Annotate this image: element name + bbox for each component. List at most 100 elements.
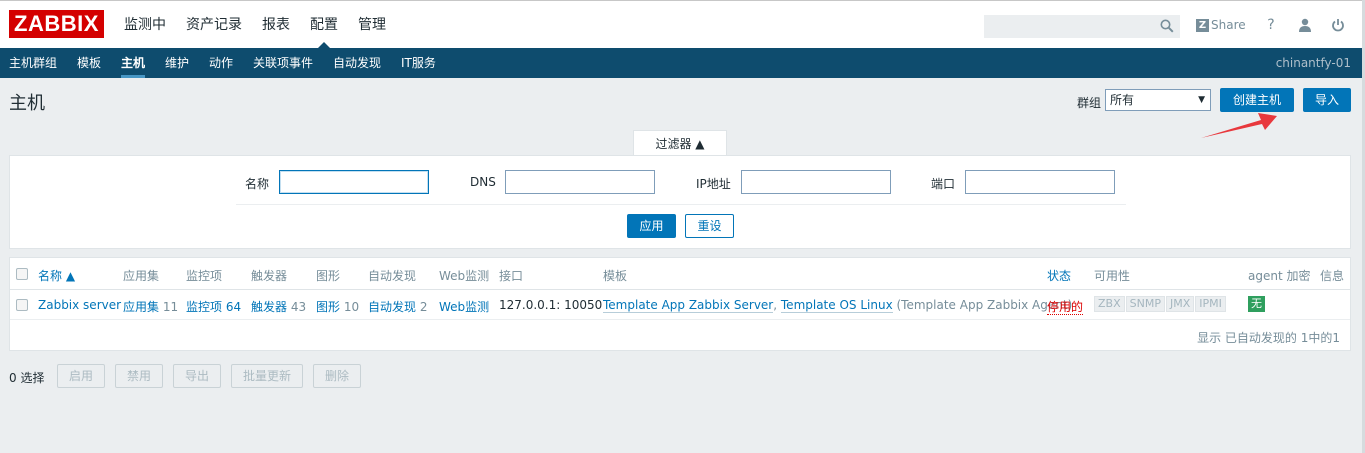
triggers-link[interactable]: 触发器: [251, 300, 287, 314]
subnav-discovery[interactable]: 自动发现: [333, 48, 381, 78]
subnav-host-groups[interactable]: 主机群组: [9, 48, 57, 78]
status-link[interactable]: 停用的: [1047, 300, 1084, 315]
filter-panel: 名称 DNS IP地址 端口 应用 重设: [9, 155, 1351, 249]
discovery-link[interactable]: 自动发现: [368, 300, 416, 314]
apps-count: 11: [162, 300, 179, 314]
template-separator: ,: [773, 298, 781, 312]
template-paren-open: (: [892, 298, 902, 312]
availability-badges: ZBX SNMP JMX IPMI: [1094, 296, 1227, 312]
filter-dns-input[interactable]: [505, 170, 655, 194]
select-all-checkbox[interactable]: [16, 268, 28, 280]
subnav-it-services[interactable]: IT服务: [401, 48, 436, 78]
column-status-header[interactable]: 状态: [1047, 267, 1071, 284]
menu-inventory[interactable]: 资产记录: [186, 1, 242, 49]
column-interface-header: 接口: [499, 269, 524, 283]
export-button[interactable]: 导出: [173, 364, 221, 388]
column-web-header: Web监测: [439, 269, 490, 283]
template-link-2[interactable]: Template OS Linux: [780, 298, 893, 313]
items-link[interactable]: 监控项: [186, 300, 222, 314]
filter-dns-label: DNS: [470, 175, 496, 189]
column-templates-header: 模板: [603, 269, 628, 283]
menu-reports[interactable]: 报表: [262, 1, 290, 49]
sub-navigation: 主机群组 模板 主机 维护 动作 关联项事件 自动发现 IT服务 chinant…: [0, 48, 1365, 78]
items-cell: 监控项 64: [186, 298, 241, 315]
share-logo-icon: Z: [1196, 18, 1209, 32]
disable-button[interactable]: 禁用: [115, 364, 163, 388]
menu-configuration[interactable]: 配置: [310, 1, 338, 49]
triggers-count: 43: [290, 300, 307, 314]
web-link[interactable]: Web监测: [439, 298, 489, 315]
column-discovery-header: 自动发现: [368, 269, 417, 283]
interface-cell: 127.0.0.1: 10050: [499, 298, 603, 312]
subnav-actions[interactable]: 动作: [209, 48, 233, 78]
header-divider: [10, 289, 1350, 290]
search-icon[interactable]: [1160, 19, 1174, 33]
zabbix-logo[interactable]: ZABBIX: [9, 10, 104, 38]
template-parent: Template App Zabbix Agent: [901, 298, 1068, 312]
apply-button[interactable]: 应用: [627, 214, 676, 238]
menu-monitoring[interactable]: 监测中: [124, 1, 166, 49]
main-menu: 监测中 资产记录 报表 配置 管理: [124, 1, 406, 49]
page-title: 主机: [9, 93, 45, 114]
column-availability-header: 可用性: [1094, 269, 1131, 283]
column-info-header: 信息: [1320, 269, 1345, 283]
row-divider: [10, 319, 1350, 320]
template-link-1[interactable]: Template App Zabbix Server: [603, 298, 774, 313]
filter-name-label: 名称: [245, 177, 270, 191]
row-checkbox[interactable]: [16, 299, 28, 311]
graphs-link[interactable]: 图形: [316, 300, 340, 314]
triggers-cell: 触发器 43: [251, 298, 306, 315]
filter-name-input[interactable]: [279, 170, 429, 194]
filter-tab[interactable]: 过滤器 ▲: [633, 130, 727, 156]
group-select-value: 所有: [1110, 93, 1135, 107]
status-cell: 停用的: [1047, 298, 1084, 315]
reset-button[interactable]: 重设: [685, 214, 734, 238]
discovery-cell: 自动发现 2: [368, 298, 427, 315]
discovery-count: 2: [419, 300, 428, 314]
jmx-badge: JMX: [1165, 296, 1195, 312]
snmp-badge: SNMP: [1125, 296, 1165, 312]
ipmi-badge: IPMI: [1195, 296, 1226, 312]
filter-port-input[interactable]: [965, 170, 1115, 194]
graphs-count: 10: [343, 300, 360, 314]
top-header: ZABBIX 监测中 资产记录 报表 配置 管理 Z Share ?: [0, 0, 1365, 49]
hosts-table: 名称 ▲ 应用集 监控项 触发器 图形 自动发现 Web监测 接口 模板 状态 …: [9, 257, 1351, 351]
enable-button[interactable]: 启用: [57, 364, 105, 388]
menu-administration[interactable]: 管理: [358, 1, 386, 49]
table-footer-info: 显示 已自动发现的 1中的1: [1197, 331, 1340, 345]
subnav-hosts[interactable]: 主机: [121, 48, 146, 78]
filter-ip-input[interactable]: [741, 170, 891, 194]
share-label: Share: [1211, 18, 1246, 32]
encryption-badge: 无: [1248, 296, 1265, 312]
delete-button[interactable]: 删除: [313, 364, 361, 388]
apps-link[interactable]: 应用集: [123, 300, 159, 314]
filter-port-label: 端口: [931, 177, 956, 191]
user-icon[interactable]: [1296, 15, 1314, 35]
templates-cell: Template App Zabbix Server, Template OS …: [603, 298, 1072, 313]
graphs-cell: 图形 10: [316, 298, 359, 315]
group-label: 群组: [1077, 96, 1102, 110]
column-name-header[interactable]: 名称 ▲: [38, 267, 75, 284]
power-icon[interactable]: [1329, 15, 1347, 35]
column-apps-header: 应用集: [123, 269, 160, 283]
selected-count: 0 选择: [9, 371, 45, 385]
import-button[interactable]: 导入: [1303, 88, 1351, 112]
items-count: 64: [225, 300, 242, 314]
subnav-templates[interactable]: 模板: [77, 48, 101, 78]
help-icon[interactable]: ?: [1262, 15, 1280, 35]
host-name-link[interactable]: Zabbix server: [38, 298, 121, 312]
annotation-arrow-icon: [1201, 113, 1277, 138]
filter-ip-label: IP地址: [696, 177, 731, 191]
zbx-badge: ZBX: [1094, 296, 1125, 312]
server-name: chinantfy-01: [1275, 56, 1351, 70]
share-link[interactable]: Z Share: [1196, 16, 1246, 34]
subnav-event-correlation[interactable]: 关联项事件: [253, 48, 313, 78]
column-graphs-header: 图形: [316, 269, 341, 283]
search-input[interactable]: [984, 15, 1180, 38]
column-encryption-header: agent 加密: [1248, 269, 1311, 283]
subnav-maintenance[interactable]: 维护: [165, 48, 189, 78]
mass-update-button[interactable]: 批量更新: [231, 364, 303, 388]
column-triggers-header: 触发器: [251, 269, 288, 283]
column-items-header: 监控项: [186, 269, 223, 283]
filter-divider: [236, 204, 1126, 205]
